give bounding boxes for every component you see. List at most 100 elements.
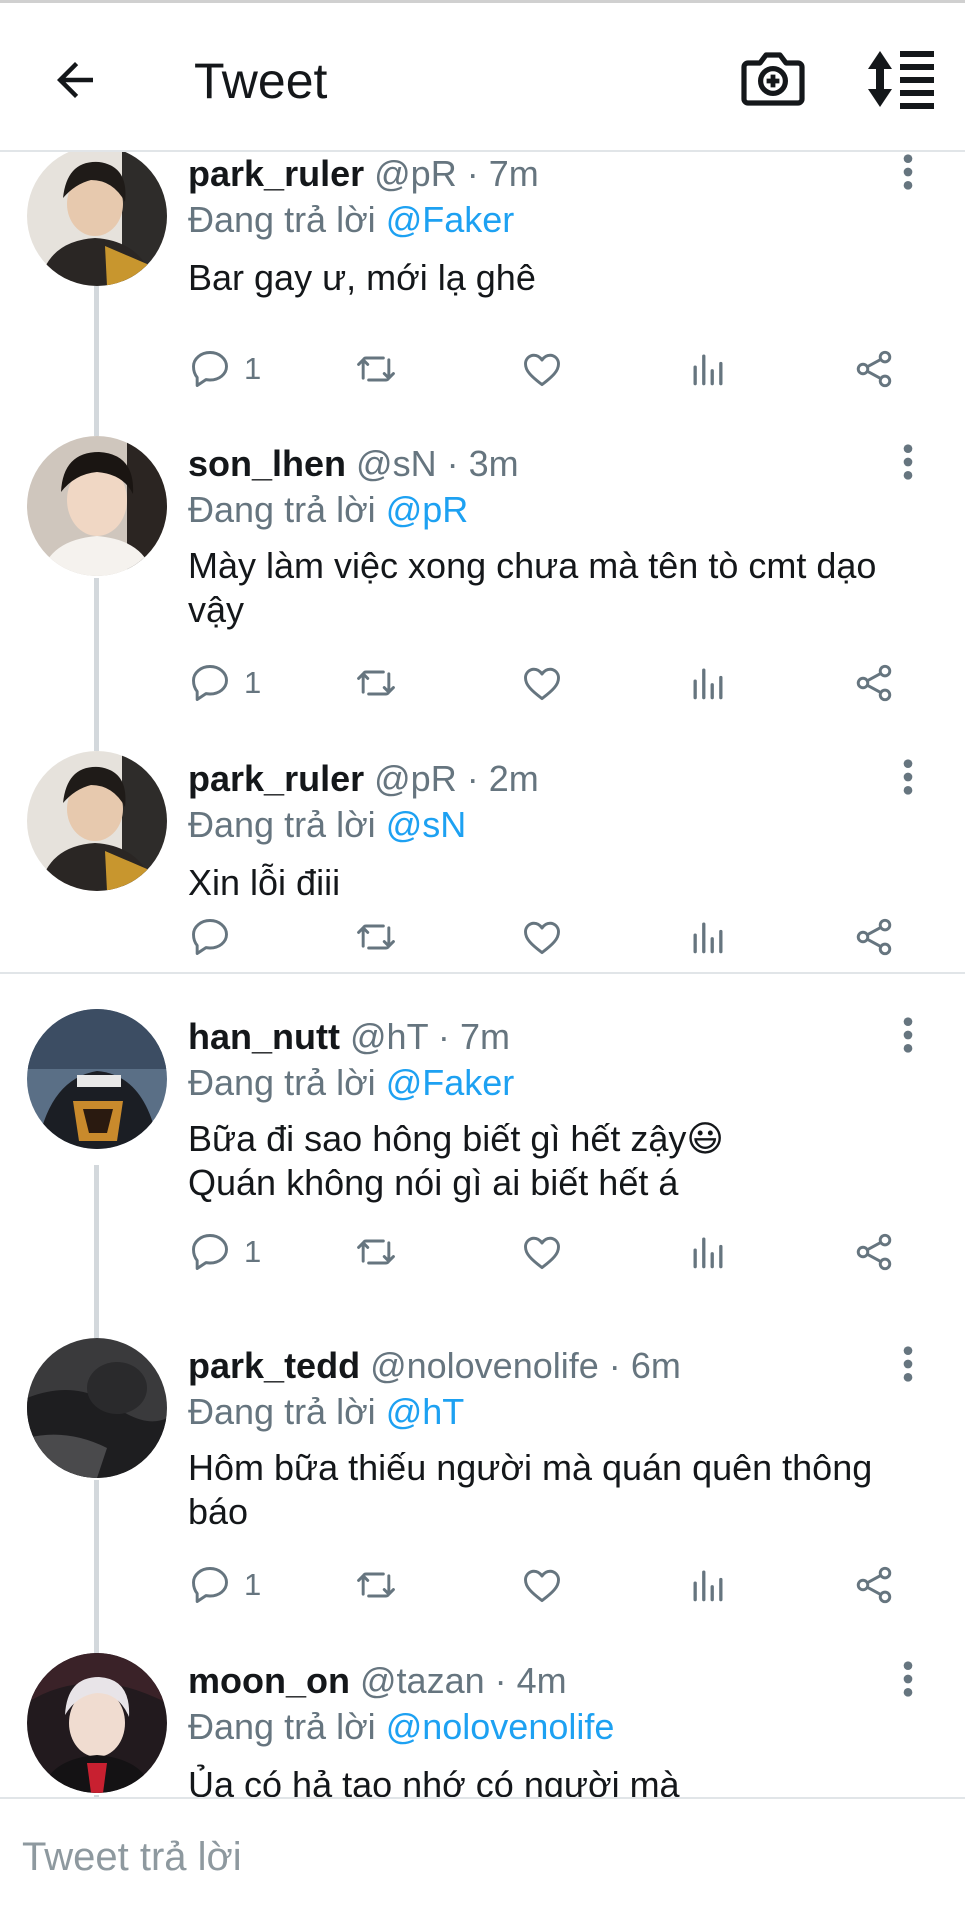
mention-link[interactable]: @Faker — [386, 199, 515, 240]
share-icon — [856, 664, 892, 702]
retweet-button[interactable] — [354, 1227, 398, 1277]
retweet-icon — [357, 1572, 395, 1598]
mention-link[interactable]: @sN — [386, 804, 467, 845]
avatar[interactable] — [27, 1653, 167, 1793]
avatar[interactable] — [27, 1009, 167, 1149]
mention-link[interactable]: @pR — [386, 489, 469, 530]
sort-replies-icon[interactable] — [866, 49, 936, 109]
tweet-text-line: Bar gay ư, mới lạ ghê — [188, 257, 536, 298]
avatar[interactable] — [27, 1338, 167, 1478]
analytics-button[interactable] — [686, 1560, 730, 1610]
retweet-button[interactable] — [354, 912, 398, 962]
replying-to: Đang trả lời @pR — [188, 488, 468, 532]
mention-link[interactable]: @hT — [386, 1391, 465, 1432]
more-options-icon[interactable] — [896, 442, 920, 482]
display-name[interactable]: son_lhen — [188, 443, 346, 484]
analytics-icon — [693, 354, 723, 386]
replying-prefix: Đang trả lời — [188, 1391, 376, 1432]
share-button[interactable] — [852, 1227, 896, 1277]
separator-dot: · — [446, 443, 459, 484]
reply-button[interactable]: 1 — [188, 344, 261, 394]
thread-line — [94, 737, 99, 751]
analytics-button[interactable] — [686, 658, 730, 708]
display-name[interactable]: moon_on — [188, 1660, 350, 1701]
thread-line — [94, 1165, 99, 1324]
more-options-icon[interactable] — [896, 152, 920, 192]
tweet[interactable]: park_tedd @nolovenolife · 6m Đang trả lờ… — [0, 1324, 965, 1639]
page-title: Tweet — [194, 53, 328, 109]
tweet-text-line: Bữa đi sao hông biết gì hết zậy😃 — [188, 1118, 724, 1159]
display-name[interactable]: han_nutt — [188, 1016, 340, 1057]
display-name[interactable]: park_ruler — [188, 758, 364, 799]
reply-composer[interactable]: Tweet trả lời — [0, 1797, 965, 1920]
like-button[interactable] — [520, 1560, 564, 1610]
like-button[interactable] — [520, 912, 564, 962]
replying-prefix: Đang trả lời — [188, 199, 376, 240]
retweet-icon — [357, 1239, 395, 1265]
reply-button[interactable]: 1 — [188, 1560, 261, 1610]
retweet-icon — [357, 670, 395, 696]
heart-icon — [524, 1569, 560, 1603]
add-photo-camera-icon[interactable] — [740, 47, 806, 111]
analytics-icon — [693, 1237, 723, 1269]
share-button[interactable] — [852, 658, 896, 708]
heart-icon — [524, 921, 560, 955]
mention-link[interactable]: @Faker — [386, 1062, 515, 1103]
tweet-header: park_tedd @nolovenolife · 6m — [188, 1344, 681, 1388]
avatar[interactable] — [27, 436, 167, 576]
tweet[interactable]: han_nutt @hT · 7m Đang trả lời @Faker Bữ… — [0, 1009, 965, 1324]
like-button[interactable] — [520, 1227, 564, 1277]
analytics-button[interactable] — [686, 912, 730, 962]
retweet-button[interactable] — [354, 658, 398, 708]
tweet-header: park_ruler @pR · 7m — [188, 152, 539, 196]
user-handle: @hT — [350, 1016, 428, 1057]
like-button[interactable] — [520, 658, 564, 708]
tweet-header: park_ruler @pR · 2m — [188, 757, 539, 801]
more-options-icon[interactable] — [896, 1659, 920, 1699]
display-name[interactable]: park_ruler — [188, 153, 364, 194]
share-button[interactable] — [852, 344, 896, 394]
top-app-bar: Tweet — [0, 3, 965, 152]
tweet-actions: 1 — [188, 1227, 908, 1277]
share-button[interactable] — [852, 1560, 896, 1610]
replying-prefix: Đang trả lời — [188, 804, 376, 845]
reply-button[interactable]: 1 — [188, 1227, 261, 1277]
replying-prefix: Đang trả lời — [188, 1706, 376, 1747]
tweet[interactable]: park_ruler @pR · 2m Đang trả lời @sN Xin… — [0, 737, 965, 979]
tweet[interactable]: park_ruler @pR · 7m Đang trả lời @Faker … — [0, 152, 965, 422]
tweet-text: Bữa đi sao hông biết gì hết zậy😃 Quán khô… — [188, 1117, 928, 1205]
avatar[interactable] — [27, 751, 167, 891]
replying-prefix: Đang trả lời — [188, 1062, 376, 1103]
analytics-button[interactable] — [686, 1227, 730, 1277]
separator-dot: · — [466, 153, 479, 194]
tweet-text: Xin lỗi điii — [188, 861, 928, 905]
more-options-icon[interactable] — [896, 1344, 920, 1384]
mention-link[interactable]: @nolovenolife — [386, 1706, 615, 1747]
reply-count: 1 — [244, 1567, 262, 1602]
analytics-button[interactable] — [686, 344, 730, 394]
like-button[interactable] — [520, 344, 564, 394]
timestamp: 7m — [488, 153, 539, 194]
share-button[interactable] — [852, 912, 896, 962]
reply-count: 1 — [244, 351, 262, 386]
reply-count: 1 — [244, 1234, 262, 1269]
tweet-text: Ủa có hả tao nhớ có người mà — [188, 1763, 928, 1797]
reply-button[interactable] — [188, 912, 244, 962]
back-arrow-icon[interactable] — [48, 53, 102, 107]
reply-button[interactable]: 1 — [188, 658, 261, 708]
tweet[interactable]: son_lhen @sN · 3m Đang trả lời @pR Mày l… — [0, 422, 965, 737]
replying-to: Đang trả lời @sN — [188, 803, 466, 847]
reply-icon — [192, 919, 228, 955]
tweet-actions: 1 — [188, 344, 908, 394]
more-options-icon[interactable] — [896, 1015, 920, 1055]
display-name[interactable]: park_tedd — [188, 1345, 360, 1386]
reply-input-placeholder[interactable]: Tweet trả lời — [22, 1835, 242, 1880]
user-handle: @pR — [374, 758, 457, 799]
retweet-button[interactable] — [354, 1560, 398, 1610]
tweet[interactable]: moon_on @tazan · 4m Đang trả lời @nolove… — [0, 1639, 965, 1797]
retweet-button[interactable] — [354, 344, 398, 394]
more-options-icon[interactable] — [896, 757, 920, 797]
avatar[interactable] — [27, 152, 167, 286]
tweet-actions: 1 — [188, 1560, 908, 1610]
thread-line — [94, 1324, 99, 1338]
